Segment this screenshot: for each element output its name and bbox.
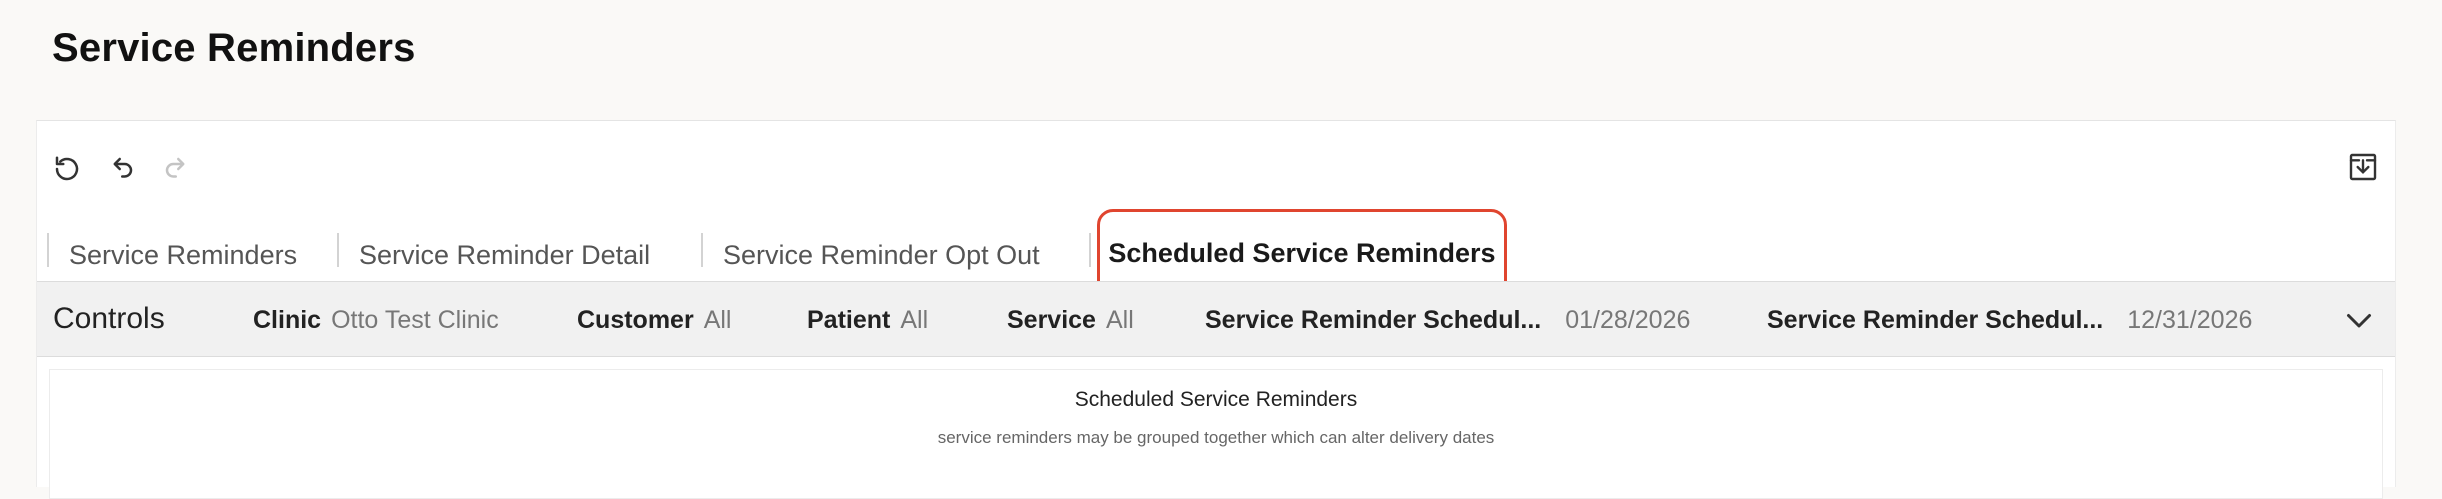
undo-button[interactable]: [101, 149, 141, 189]
tab-service-reminder-detail[interactable]: Service Reminder Detail: [359, 233, 650, 277]
filter-label: Service Reminder Schedul...: [1767, 306, 2104, 334]
export-button[interactable]: [2343, 147, 2383, 187]
report-panel: Service Reminders Service Reminder Detai…: [36, 120, 2396, 499]
tab-separator: [1089, 233, 1091, 267]
controls-bar: Controls Clinic Otto Test Clinic Customer…: [37, 281, 2395, 357]
export-icon: [2349, 153, 2377, 181]
report-subtitle: service reminders may be grouped togethe…: [937, 428, 1495, 447]
filter-label: Clinic: [253, 306, 322, 334]
filter-customer[interactable]: Customer All: [577, 306, 731, 335]
filter-value: 01/28/2026: [1565, 306, 1691, 334]
redo-icon: [165, 157, 185, 178]
undo-icon: [113, 157, 133, 178]
tab-separator: [337, 233, 339, 267]
filter-patient[interactable]: Patient All: [807, 306, 928, 335]
page-title: Service Reminders: [52, 26, 416, 70]
filter-label: Service: [1007, 306, 1096, 334]
filter-label: Patient: [807, 306, 891, 334]
filter-value: All: [900, 306, 929, 334]
filter-label: Service Reminder Schedul...: [1205, 306, 1542, 334]
report-body: Scheduled Service Reminders service remi…: [49, 369, 2383, 499]
toolbar: [37, 121, 2395, 211]
filter-value: All: [703, 306, 732, 334]
refresh-icon: [55, 156, 79, 181]
tab-service-reminder-opt-out[interactable]: Service Reminder Opt Out: [723, 233, 1040, 277]
tab-separator: [701, 233, 703, 267]
filter-schedule-end[interactable]: Service Reminder Schedul... 12/31/2026: [1767, 306, 2252, 335]
filter-value: 12/31/2026: [2127, 306, 2253, 334]
controls-title[interactable]: Controls: [53, 302, 165, 336]
filter-schedule-start[interactable]: Service Reminder Schedul... 01/28/2026: [1205, 306, 1690, 335]
tab-service-reminders[interactable]: Service Reminders: [69, 233, 297, 277]
redo-button[interactable]: [157, 149, 197, 189]
filter-clinic[interactable]: Clinic Otto Test Clinic: [253, 306, 499, 335]
filter-label: Customer: [577, 306, 694, 334]
filter-value: Otto Test Clinic: [331, 306, 499, 334]
report-title: Scheduled Service Reminders: [1074, 388, 1358, 411]
refresh-button[interactable]: [47, 149, 87, 189]
chevron-down-icon[interactable]: [2341, 302, 2377, 338]
tab-separator: [47, 233, 49, 267]
filter-value: All: [1105, 306, 1134, 334]
filter-service[interactable]: Service All: [1007, 306, 1134, 335]
